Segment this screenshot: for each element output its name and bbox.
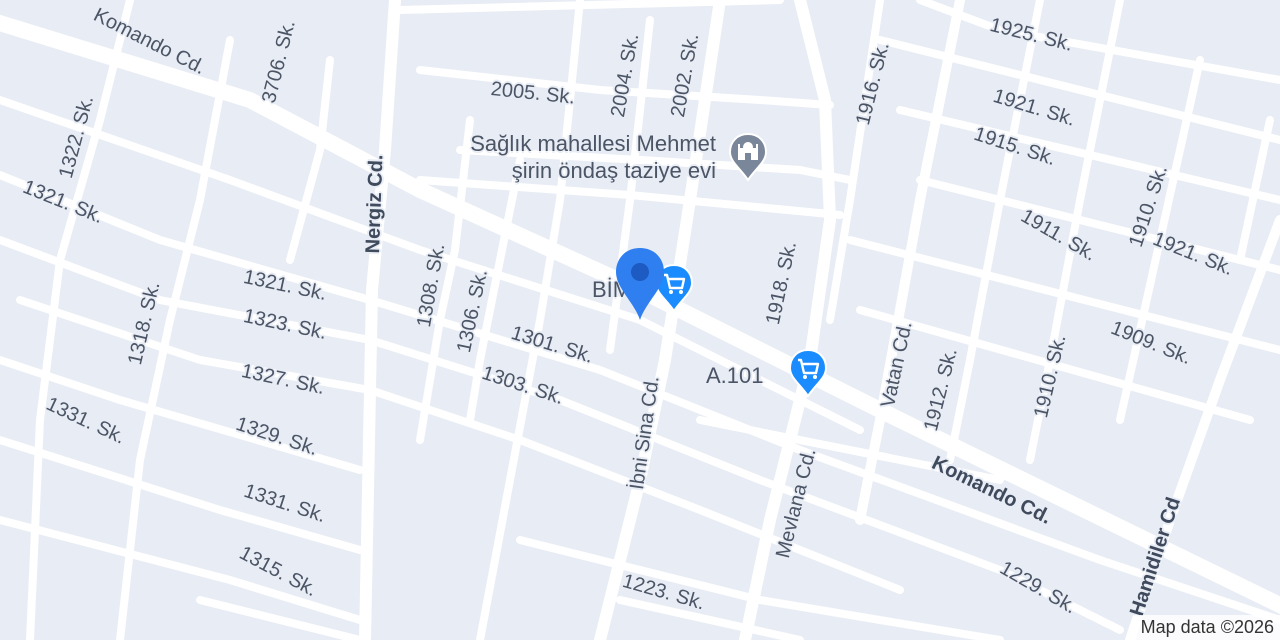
shopping-cart-icon[interactable] bbox=[788, 348, 828, 398]
map-canvas[interactable]: Komando Cd. 3706. Sk. 1322. Sk. 1321. Sk… bbox=[0, 0, 1280, 640]
map-attribution[interactable]: Map data ©2026 bbox=[1134, 615, 1280, 640]
mosque-icon[interactable] bbox=[728, 132, 768, 182]
poi-name-line2: şirin öndaş taziye evi bbox=[511, 158, 716, 183]
poi-name-line1: Sağlık mahallesi Mehmet bbox=[470, 131, 716, 156]
location-pin-icon[interactable] bbox=[614, 246, 666, 322]
poi-label-a101[interactable]: A.101 bbox=[706, 362, 764, 389]
street-label: Nergiz Cd. bbox=[362, 154, 388, 254]
poi-label-mosque[interactable]: Sağlık mahallesi Mehmet şirin öndaş tazi… bbox=[396, 130, 716, 184]
